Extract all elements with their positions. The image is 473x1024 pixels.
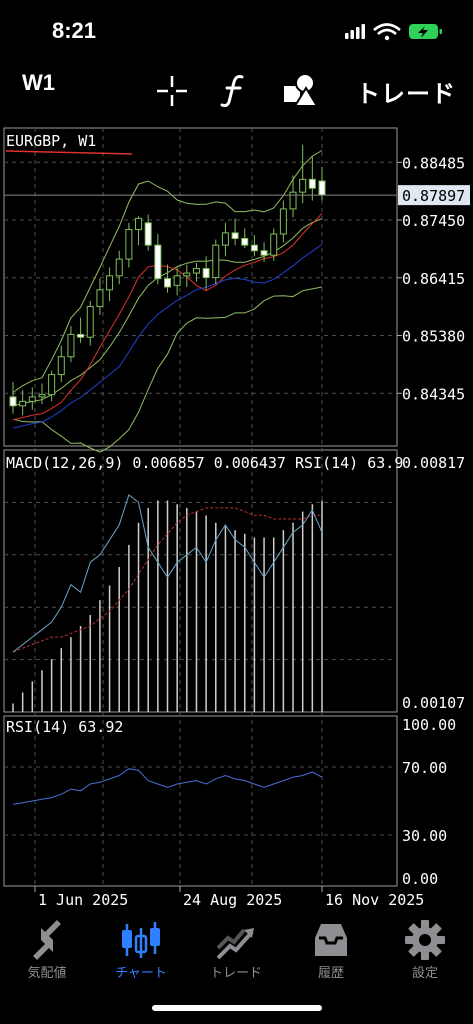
- tab-chart-label: チャート: [115, 965, 167, 980]
- candle-bull: [173, 275, 181, 286]
- candle-bull: [299, 178, 307, 193]
- macd-panel-frame: [3, 449, 398, 713]
- candle-bull: [135, 217, 143, 231]
- tab-history[interactable]: 履歴: [291, 910, 371, 980]
- candle-bear: [164, 278, 171, 288]
- tab-history-label: 履歴: [317, 965, 344, 980]
- price-axis-label: 0.87450: [402, 212, 465, 230]
- signal-wifi-battery-icon: [345, 23, 442, 41]
- price-axis-label: 0.86415: [402, 270, 465, 288]
- candle-bear: [154, 244, 162, 280]
- candle-bull: [192, 268, 200, 274]
- tab-quotes-label: 気配値: [27, 965, 67, 980]
- candle-bear: [202, 268, 210, 279]
- tab-quotes[interactable]: 気配値: [7, 910, 87, 980]
- candle-bull: [67, 333, 75, 358]
- candle-bear: [250, 244, 258, 252]
- candle-bear: [318, 180, 326, 196]
- tab-trade[interactable]: トレード: [196, 910, 276, 980]
- candle-bull: [48, 374, 56, 396]
- rsi-axis-label: 100.00: [402, 716, 456, 734]
- candle-bull: [57, 356, 65, 376]
- candle-bull: [183, 272, 191, 277]
- candle-bull: [279, 208, 287, 235]
- time-axis-label: 24 Aug 2025: [183, 891, 282, 909]
- candle-bull: [28, 396, 36, 402]
- quotes-arrows-icon: [33, 920, 61, 960]
- time-axis-label: 1 Jun 2025: [38, 891, 128, 909]
- candle-bear: [241, 237, 249, 246]
- home-indicator: [152, 1005, 322, 1011]
- tab-settings[interactable]: 設定: [385, 910, 465, 980]
- candle-bull: [106, 275, 114, 291]
- tab-bar: 気配値 チャート トレード 履歴 設定: [0, 910, 473, 990]
- candle-bear: [308, 178, 316, 189]
- rsi-label: RSI(14) 63.92: [6, 718, 123, 736]
- candle-bull: [115, 258, 123, 277]
- rsi-line: [12, 768, 323, 805]
- candle-bull: [19, 400, 27, 407]
- symbol-label: EURGBP, W1: [6, 132, 96, 150]
- candle-bear: [260, 250, 268, 256]
- crosshair-icon: [157, 76, 187, 106]
- macd-axis-bottom: 0.00107: [402, 694, 465, 712]
- macd-label: MACD(12,26,9) 0.006857 0.006437 RSI(14) …: [6, 454, 403, 472]
- history-inbox-icon: [315, 924, 347, 956]
- macd-axis-top: 0.00817: [402, 454, 465, 472]
- chart-canvas[interactable]: 0.88485 0.87450 0.86415 0.85380 0.84345 0.878…: [0, 120, 473, 910]
- function-icon: [220, 75, 244, 108]
- status-time: 8:21: [52, 18, 97, 43]
- tab-trade-label: トレード: [209, 965, 262, 980]
- current-price-label: 0.87897: [402, 187, 465, 205]
- candle-bull: [38, 394, 46, 398]
- symbol-label-underline: [5, 150, 133, 155]
- candle-bull: [270, 233, 278, 256]
- candle-bear: [9, 396, 17, 407]
- status-icons: [345, 22, 445, 42]
- indicators-button[interactable]: [220, 72, 250, 108]
- tab-settings-label: 設定: [411, 965, 438, 980]
- candle-bull: [125, 229, 133, 260]
- tab-chart[interactable]: チャート: [101, 910, 181, 980]
- price-axis-label: 0.88485: [402, 154, 465, 172]
- timeframe-button[interactable]: W1: [22, 70, 55, 96]
- candle-bear: [231, 232, 239, 239]
- candlestick-chart-icon: [122, 922, 160, 958]
- rsi-axis-label: 70.00: [402, 759, 447, 777]
- candle-bull: [221, 232, 229, 246]
- rsi-panel-frame: [3, 715, 398, 887]
- trade-button[interactable]: トレード: [356, 74, 456, 109]
- rsi-axis-label: 0.00: [402, 870, 438, 888]
- rsi-axis-label: 30.00: [402, 827, 447, 845]
- candle-bear: [144, 222, 152, 246]
- candle-bull: [86, 306, 94, 338]
- crosshair-button[interactable]: [155, 74, 189, 108]
- candle-bear: [77, 333, 85, 338]
- price-axis-label: 0.84345: [402, 385, 465, 403]
- price-axis-label: 0.85380: [402, 328, 465, 346]
- candle-bull: [212, 244, 220, 279]
- objects-button[interactable]: [283, 72, 319, 108]
- trade-trend-icon: [216, 928, 254, 960]
- candle-bull: [96, 289, 104, 308]
- shapes-icon: [284, 73, 319, 107]
- settings-gear-icon: [405, 920, 445, 960]
- time-axis-label: 16 Nov 2025: [325, 891, 424, 909]
